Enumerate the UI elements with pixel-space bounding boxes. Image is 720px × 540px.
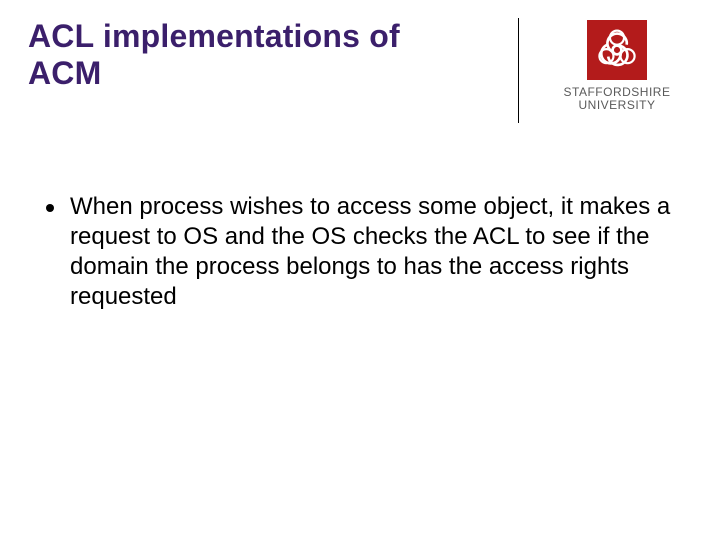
logo-badge: [587, 20, 647, 80]
biohazard-icon: [595, 28, 639, 72]
bullet-item: When process wishes to access some objec…: [46, 192, 680, 312]
slide-body: When process wishes to access some objec…: [28, 192, 692, 312]
slide-title: ACL implementations of ACM: [28, 18, 458, 92]
header-divider: [518, 18, 519, 123]
university-logo: STAFFORDSHIRE UNIVERSITY: [542, 20, 692, 111]
slide-header: ACL implementations of ACM: [28, 18, 692, 128]
bullet-text: When process wishes to access some objec…: [70, 192, 680, 312]
logo-line-2: UNIVERSITY: [564, 99, 671, 112]
logo-text: STAFFORDSHIRE UNIVERSITY: [564, 86, 671, 111]
slide: ACL implementations of ACM: [0, 0, 720, 540]
bullet-marker-icon: [46, 204, 54, 212]
logo-line-1: STAFFORDSHIRE: [564, 86, 671, 99]
